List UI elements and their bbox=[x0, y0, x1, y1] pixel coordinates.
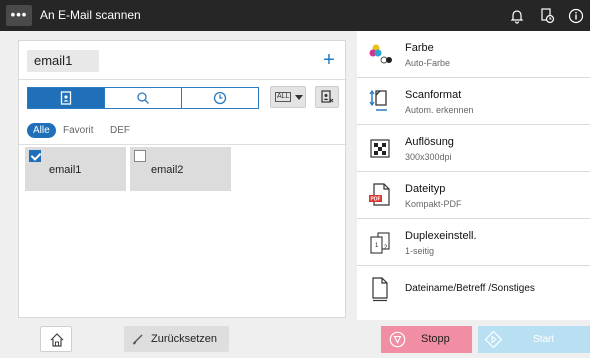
setting-value: Autom. erkennen bbox=[405, 105, 474, 115]
stop-label: Stopp bbox=[421, 333, 450, 345]
reset-label: Zurücksetzen bbox=[151, 333, 218, 345]
divider bbox=[19, 144, 347, 145]
setting-title: Dateiname/Betreff /Sonstiges bbox=[405, 283, 535, 294]
search-icon bbox=[137, 92, 149, 104]
page-title: An E-Mail scannen bbox=[40, 8, 141, 22]
setting-value: 1-seitig bbox=[405, 246, 435, 256]
setting-value: Kompakt-PDF bbox=[405, 199, 462, 209]
tab-search[interactable] bbox=[104, 87, 182, 109]
address-details-button[interactable] bbox=[315, 86, 339, 108]
setting-title: Scanformat bbox=[405, 89, 462, 101]
setting-title: Auflösung bbox=[405, 136, 454, 148]
color-icon bbox=[369, 44, 392, 64]
info-icon[interactable] bbox=[566, 6, 586, 26]
filter-def[interactable]: DEF bbox=[110, 123, 130, 138]
settings-panel: Farbe Auto-Farbe Scanformat Autom. erken… bbox=[357, 31, 590, 320]
clock-icon bbox=[213, 91, 227, 105]
duplex-icon: 12 bbox=[370, 232, 390, 254]
setting-duplex[interactable]: 12 Duplexeinstell. 1-seitig bbox=[357, 219, 590, 266]
setting-scan-size[interactable]: Scanformat Autom. erkennen bbox=[357, 78, 590, 125]
filter-favorite[interactable]: Favorit bbox=[63, 123, 94, 138]
address-card[interactable]: email2 bbox=[130, 147, 231, 191]
destination-field[interactable]: email1 bbox=[27, 50, 99, 72]
reset-icon bbox=[132, 334, 143, 345]
tab-history[interactable] bbox=[181, 87, 259, 109]
checkbox-checked-icon[interactable] bbox=[29, 150, 41, 162]
job-status-icon[interactable] bbox=[537, 6, 557, 26]
setting-value: Auto-Farbe bbox=[405, 58, 451, 68]
chevron-down-icon bbox=[295, 95, 303, 100]
setting-title: Duplexeinstell. bbox=[405, 230, 477, 242]
filter-dropdown[interactable]: ALL bbox=[270, 86, 306, 108]
document-icon bbox=[372, 277, 388, 302]
title-bar: ••• An E-Mail scannen bbox=[0, 0, 590, 31]
menu-button[interactable]: ••• bbox=[6, 5, 32, 26]
destination-panel: email1 + ALL Alle Favorit DEF email1 ema… bbox=[18, 40, 347, 318]
checkbox-icon[interactable] bbox=[134, 150, 146, 162]
setting-title: Dateityp bbox=[405, 183, 446, 195]
setting-filename[interactable]: Dateiname/Betreff /Sonstiges bbox=[357, 266, 590, 313]
start-icon bbox=[484, 330, 503, 349]
setting-file-type[interactable]: PDF Dateityp Kompakt-PDF bbox=[357, 172, 590, 219]
divider bbox=[19, 79, 347, 80]
pdf-file-icon: PDF bbox=[369, 183, 390, 206]
start-label: Start bbox=[533, 334, 555, 345]
start-button[interactable]: Start bbox=[478, 326, 590, 353]
home-button[interactable] bbox=[40, 326, 72, 352]
resolution-icon bbox=[370, 139, 390, 158]
tab-address-book[interactable] bbox=[27, 87, 105, 109]
setting-color[interactable]: Farbe Auto-Farbe bbox=[357, 31, 590, 78]
stop-icon bbox=[389, 331, 406, 348]
address-card[interactable]: email1 bbox=[25, 147, 126, 191]
pdf-badge: PDF bbox=[371, 197, 381, 203]
setting-resolution[interactable]: Auflösung 300x300dpi bbox=[357, 125, 590, 172]
filter-all-chip[interactable]: Alle bbox=[27, 123, 56, 138]
stop-button[interactable]: Stopp bbox=[381, 326, 472, 353]
scan-size-icon bbox=[369, 89, 387, 111]
dropdown-label: ALL bbox=[275, 92, 292, 102]
address-label: email1 bbox=[49, 164, 82, 176]
setting-title: Farbe bbox=[405, 42, 434, 54]
address-label: email2 bbox=[151, 164, 184, 176]
add-destination-button[interactable]: + bbox=[317, 49, 341, 73]
bell-icon[interactable] bbox=[507, 6, 527, 26]
setting-value: 300x300dpi bbox=[405, 152, 452, 162]
address-card-icon bbox=[321, 90, 334, 103]
home-icon bbox=[50, 333, 64, 347]
address-book-icon bbox=[60, 91, 72, 105]
reset-button[interactable]: Zurücksetzen bbox=[124, 326, 229, 352]
